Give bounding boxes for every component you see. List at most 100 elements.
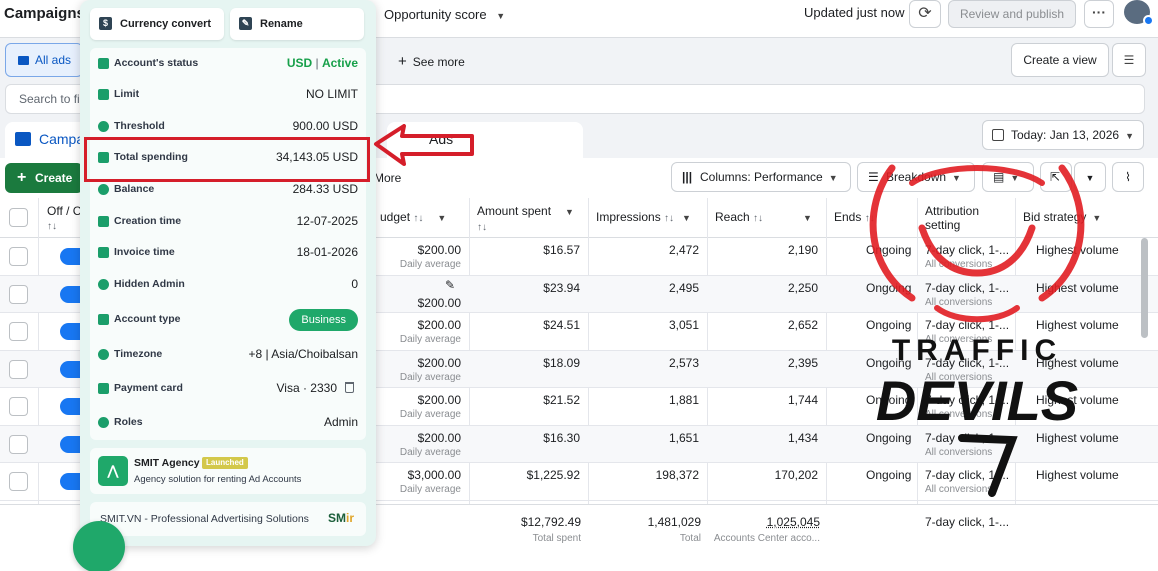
row-checkbox[interactable]: [9, 397, 28, 416]
amount-spent-cell: $24.51: [543, 318, 580, 332]
create-button[interactable]: + Create: [5, 163, 83, 193]
reach-cell: 2,395: [787, 355, 818, 370]
amount-spent-cell: $1,225.92: [526, 468, 580, 482]
rename-label: Rename: [260, 18, 303, 30]
row-checkbox[interactable]: [9, 359, 28, 379]
sliders-icon: ☰: [1123, 53, 1135, 67]
header-label: Impressions: [596, 210, 661, 224]
amount-spent-cell: $21.52: [543, 393, 580, 407]
currency-convert-label: Currency convert: [120, 18, 212, 30]
chevron-down-icon: ▼: [565, 207, 574, 217]
row-checkbox[interactable]: [9, 247, 28, 266]
column-header-reach[interactable]: Reach ↑↓ ▼: [715, 210, 812, 226]
page-title: Campaigns: [4, 5, 85, 22]
date-range-picker[interactable]: Today: Jan 13, 2026 ▼: [982, 120, 1144, 150]
budget-type: Daily average: [399, 371, 461, 383]
sort-icon: ↑↓: [47, 221, 57, 232]
sort-icon: ↑↓: [753, 213, 764, 224]
total-impressions-value: 1,481,029: [647, 515, 701, 529]
calendar-icon: [98, 247, 109, 258]
pencil-icon[interactable]: ✎: [445, 278, 455, 292]
header-label: udget: [380, 210, 411, 224]
smit-agency-card[interactable]: ⋀ SMIT Agency Launched Agency solution f…: [90, 448, 366, 494]
updated-status: Updated just now: [804, 5, 905, 20]
row-checkbox[interactable]: [9, 322, 28, 341]
amount-spent-cell: $23.94: [543, 280, 580, 295]
column-header-budget[interactable]: udget ↑↓ ▼: [380, 210, 446, 226]
info-label: Limit: [114, 88, 140, 100]
smit-footer[interactable]: SMIT.VN - Professional Advertising Solut…: [90, 502, 366, 536]
account-info-card: Account's status USD | Active Limit NO L…: [90, 48, 366, 440]
total-spent-value: $12,792.49: [520, 515, 581, 529]
watermark-line2: DEVILS: [876, 369, 1078, 432]
date-range-label: Today: Jan 13, 2026: [1011, 128, 1120, 142]
columns-dropdown[interactable]: ||| Columns: Performance ▼: [671, 162, 851, 192]
review-publish-button[interactable]: Review and publish: [948, 0, 1076, 28]
info-value: Visa · 2330: [277, 381, 354, 395]
floating-action-button[interactable]: [73, 521, 125, 571]
all-ads-label: All ads: [35, 53, 72, 67]
launched-badge: Launched: [202, 457, 248, 469]
columns-label: Columns: Performance: [700, 170, 823, 184]
budget-type: Daily average: [399, 484, 461, 495]
account-type-icon: [98, 314, 109, 325]
impressions-cell: 2,573: [668, 355, 699, 370]
budget-type: Daily average: [399, 409, 461, 420]
trash-icon[interactable]: [345, 382, 354, 393]
budget-cell: $200.00: [417, 393, 461, 407]
tab-campaigns-label: Campa: [39, 131, 85, 147]
refresh-button[interactable]: ⟳: [909, 0, 941, 28]
folder-icon: [18, 56, 29, 65]
column-header-impressions[interactable]: Impressions ↑↓ ▼: [596, 210, 691, 226]
red-arrow-annotation: [374, 124, 474, 166]
reach-cell: 2,190: [787, 243, 818, 257]
column-header-amount-spent[interactable]: Amount spent ▼ ↑↓: [477, 204, 574, 235]
budget-type: Daily average: [399, 259, 461, 270]
currency-convert-button[interactable]: $ Currency convert: [90, 8, 224, 40]
settings-sliders-button[interactable]: ☰: [1112, 43, 1146, 77]
info-label: Timezone: [114, 348, 163, 360]
info-label: Hidden Admin: [114, 278, 185, 290]
impressions-cell: 2,472: [668, 243, 699, 257]
row-checkbox[interactable]: [9, 284, 28, 304]
header-label: Off / C: [47, 204, 82, 218]
all-ads-button[interactable]: All ads: [5, 43, 83, 77]
info-row-roles: Roles Admin: [98, 413, 358, 433]
opportunity-score-dropdown[interactable]: Opportunity score ▼: [384, 7, 505, 22]
info-value: 284.33 USD: [292, 182, 358, 196]
create-view-button[interactable]: Create a view: [1011, 43, 1109, 77]
column-header-off-on[interactable]: Off / C ↑↓: [47, 204, 81, 234]
info-row-hidden-admin: Hidden Admin 0: [98, 275, 358, 295]
sort-icon: ↑↓: [664, 213, 675, 224]
select-all-checkbox[interactable]: [9, 208, 28, 227]
rename-button[interactable]: ✎ Rename: [230, 8, 364, 40]
status-separator: |: [312, 56, 322, 70]
impressions-cell: 1,651: [668, 430, 699, 445]
info-value: NO LIMIT: [305, 87, 358, 101]
header-label: Amount spent: [477, 204, 552, 218]
charts-button[interactable]: ⌇: [1112, 162, 1144, 192]
reach-cell: 1,744: [787, 393, 818, 407]
budget-cell: $200.00: [417, 295, 461, 310]
see-more-button[interactable]: + See more: [398, 53, 465, 70]
info-row-creation-time: Creation time 12-07-2025: [98, 212, 358, 232]
smit-logo-text-a: SM: [327, 511, 346, 525]
status-icon: [98, 58, 109, 69]
budget-type: Daily average: [399, 446, 461, 458]
budget-cell: $200.00: [417, 243, 461, 257]
total-spent-label: Total spent: [532, 533, 581, 544]
more-options-button[interactable]: ···: [1084, 0, 1114, 28]
info-label: Creation time: [114, 215, 182, 227]
info-value: +8 | Asia/Choibalsan: [248, 347, 358, 361]
chevron-down-icon: ▼: [682, 213, 691, 223]
info-value: 900.00 USD: [292, 119, 358, 133]
threshold-icon: [98, 121, 109, 132]
row-checkbox[interactable]: [9, 472, 28, 491]
avatar[interactable]: [1124, 0, 1154, 26]
highlight-box: [84, 137, 370, 182]
info-value: USD | Active: [287, 56, 358, 70]
columns-icon: |||: [682, 170, 693, 184]
row-checkbox[interactable]: [9, 434, 28, 454]
table-scrollbar[interactable]: [1141, 238, 1148, 338]
impressions-cell: 1,881: [668, 393, 699, 407]
